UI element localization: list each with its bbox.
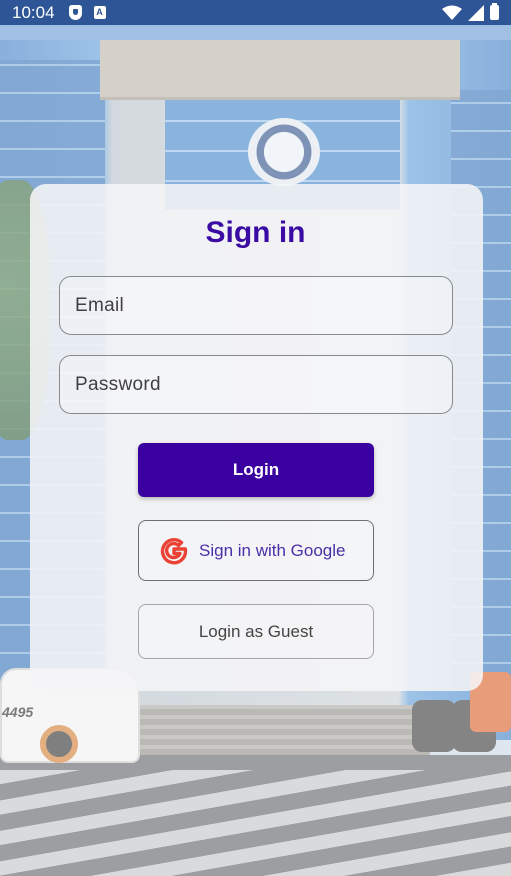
google-icon [160, 537, 188, 564]
login-button[interactable]: Login [138, 443, 374, 497]
guest-login-button[interactable]: Login as Guest [138, 604, 374, 659]
email-field[interactable] [59, 276, 453, 335]
password-input[interactable] [75, 373, 452, 396]
battery-icon [490, 3, 499, 20]
signal-icon [468, 4, 484, 21]
status-time: 10:04 [12, 2, 55, 22]
status-bar: 10:04 A [0, 0, 511, 25]
google-signin-button[interactable]: Sign in with Google [138, 520, 374, 581]
wifi-icon [442, 5, 462, 20]
page-title: Sign in [205, 216, 306, 249]
a-icon: A [93, 6, 106, 19]
email-input[interactable] [75, 294, 452, 317]
shield-icon [68, 5, 82, 20]
google-signin-label: Sign in with Google [199, 540, 346, 560]
password-field[interactable] [59, 355, 453, 414]
